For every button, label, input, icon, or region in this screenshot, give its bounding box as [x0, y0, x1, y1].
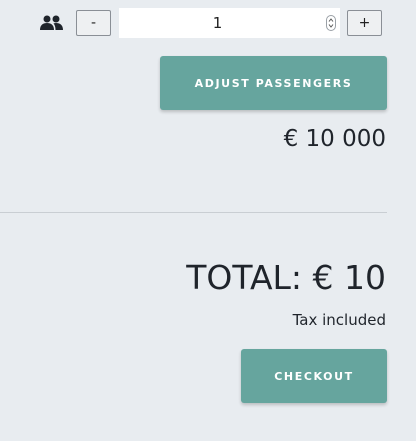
quantity-input[interactable]: [119, 8, 340, 38]
increment-button[interactable]: +: [347, 10, 382, 36]
adjust-passengers-button[interactable]: ADJUST PASSENGERS: [160, 56, 387, 110]
checkout-button[interactable]: CHECKOUT: [241, 349, 387, 403]
quantity-field: [119, 8, 340, 38]
decrement-button[interactable]: -: [76, 10, 111, 36]
checkout-panel: - + ADJUST PASSENGERS € 10 000 TOTAL: € …: [0, 0, 416, 441]
passenger-stepper: - +: [40, 8, 382, 38]
divider: [0, 212, 387, 213]
total-amount: TOTAL: € 10: [186, 258, 386, 297]
price-amount: € 10 000: [283, 126, 386, 152]
spinner-arrows-icon[interactable]: [326, 15, 336, 31]
tax-note: Tax included: [292, 311, 386, 329]
people-icon: [40, 15, 64, 31]
